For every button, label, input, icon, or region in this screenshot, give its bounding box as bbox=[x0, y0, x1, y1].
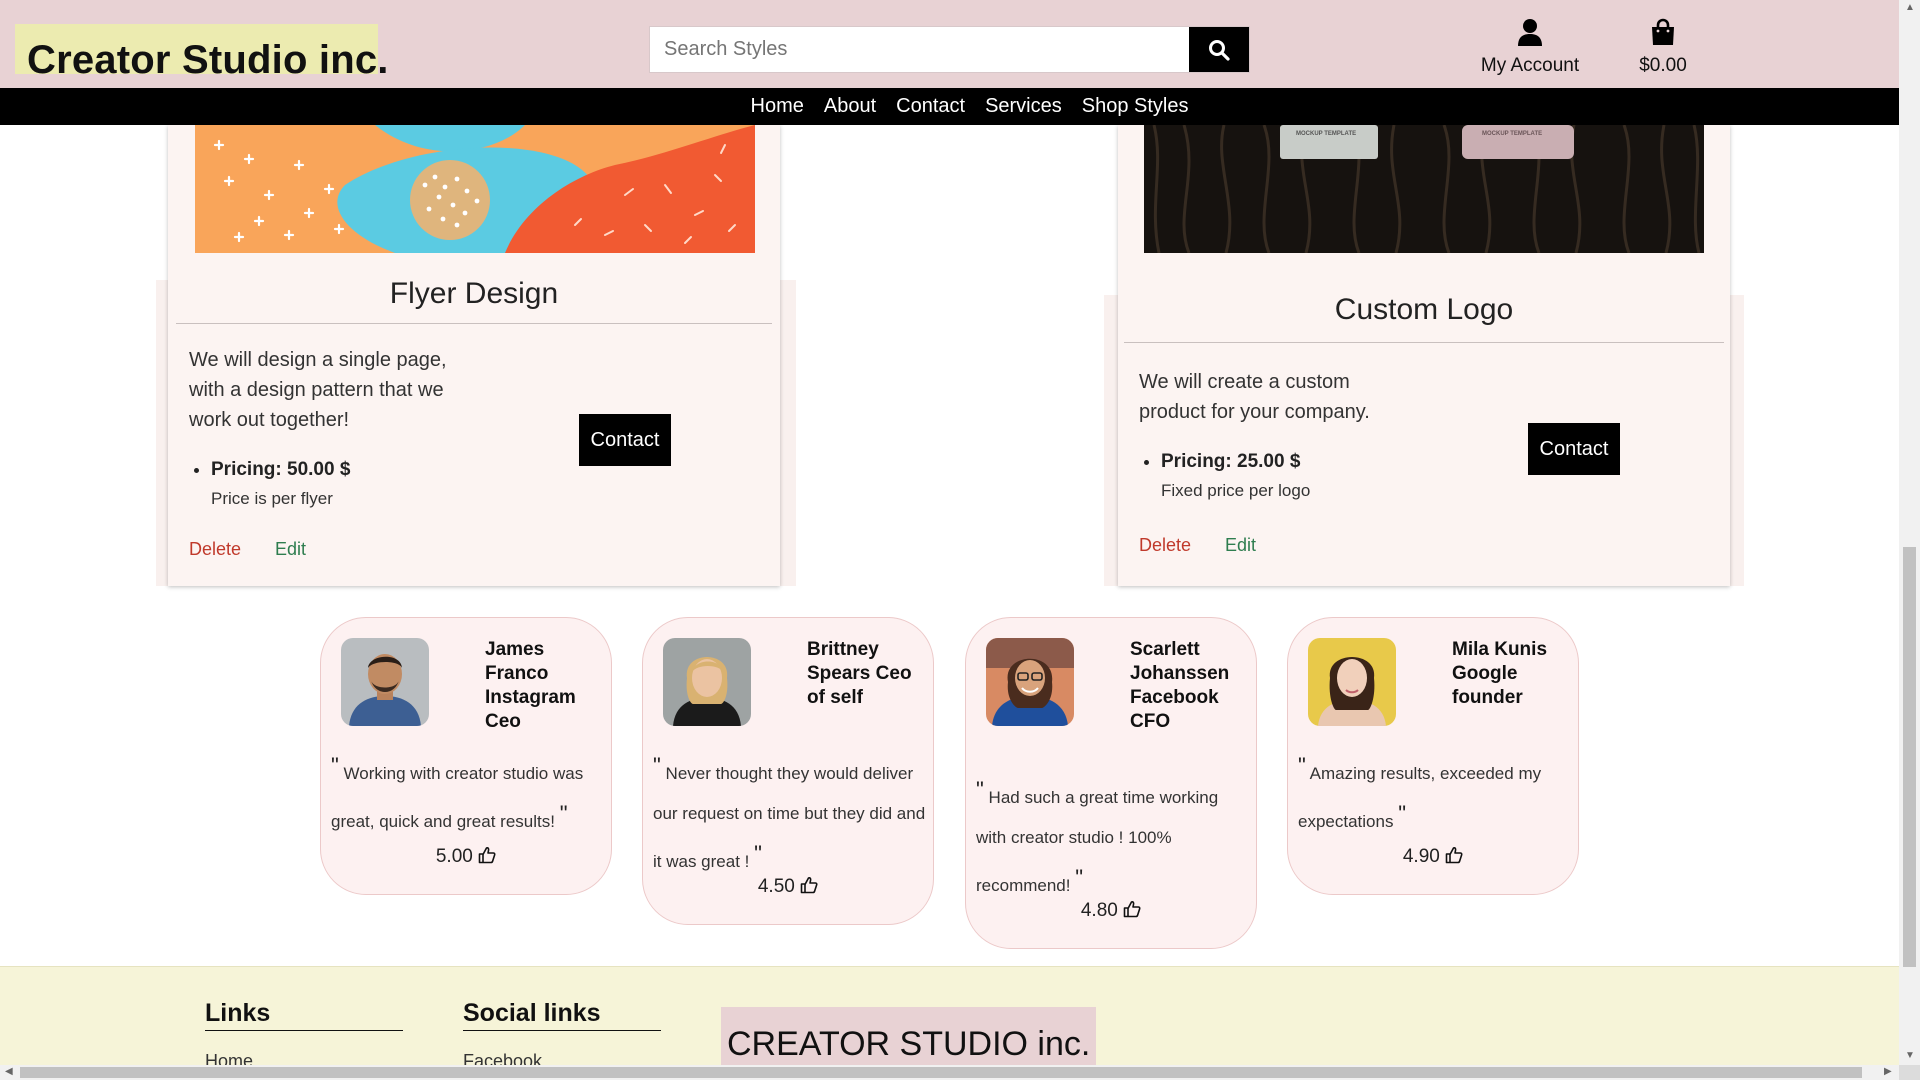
horizontal-scrollbar[interactable]: ◀ ▶ bbox=[0, 1065, 1899, 1080]
search-button[interactable] bbox=[1189, 27, 1249, 72]
footer-social-heading: Social links bbox=[463, 999, 661, 1031]
card-divider bbox=[1124, 342, 1724, 343]
edit-link[interactable]: Edit bbox=[1225, 535, 1256, 556]
footer-link-home[interactable]: Home bbox=[205, 1051, 253, 1065]
nav-contact[interactable]: Contact bbox=[896, 95, 965, 118]
vertical-scroll-thumb[interactable] bbox=[1903, 547, 1916, 967]
brand-name[interactable]: Creator Studio inc. bbox=[27, 38, 389, 83]
testimonial-quote: " Never thought they would deliver our r… bbox=[653, 753, 926, 871]
footer: Links Home Social links Facebook CREATOR… bbox=[0, 966, 1899, 1065]
avatar bbox=[986, 638, 1074, 726]
mockup-label: MOCKUP TEMPLATE bbox=[1296, 131, 1356, 137]
card-description: We will design a single page, with a des… bbox=[189, 349, 447, 431]
scroll-left-arrow[interactable]: ◀ bbox=[5, 1066, 13, 1077]
testimonial-name: Brittney Spears Ceo of self bbox=[807, 639, 912, 708]
cart-link[interactable]: $0.00 bbox=[1620, 18, 1706, 77]
search-box bbox=[649, 26, 1250, 73]
scroll-right-arrow[interactable]: ▶ bbox=[1884, 1066, 1892, 1077]
rating-value: 4.80 bbox=[1080, 900, 1118, 921]
avatar bbox=[1308, 638, 1396, 726]
horizontal-scroll-thumb[interactable] bbox=[20, 1067, 1862, 1078]
nav-about[interactable]: About bbox=[824, 95, 876, 118]
footer-link-facebook[interactable]: Facebook bbox=[463, 1051, 542, 1065]
testimonial-card: Scarlett Johanssen Facebook CFO " Had su… bbox=[965, 617, 1257, 949]
shopping-bag-icon bbox=[1652, 18, 1674, 45]
main-nav: Home About Contact Services Shop Styles bbox=[0, 88, 1899, 125]
my-account-link[interactable]: My Account bbox=[1470, 18, 1590, 77]
footer-brand: CREATOR STUDIO inc. bbox=[721, 1007, 1096, 1065]
service-card-flyer: Flyer Design We will design a single pag… bbox=[168, 125, 780, 586]
user-icon bbox=[1518, 19, 1542, 46]
logo-mockup-image: MOCKUP TEMPLATE MOCKUP TEMPLATE bbox=[1144, 125, 1704, 253]
testimonial-name: James Franco Instagram Ceo bbox=[485, 639, 576, 732]
avatar bbox=[341, 638, 429, 726]
rating-value: 5.00 bbox=[435, 846, 473, 867]
testimonial-card: Mila Kunis Google founder " Amazing resu… bbox=[1287, 617, 1579, 895]
card-title: Flyer Design bbox=[389, 277, 559, 310]
nav-shop-styles[interactable]: Shop Styles bbox=[1082, 95, 1189, 118]
thumbs-up-icon bbox=[1445, 847, 1463, 864]
card-description: We will create a custom product for your… bbox=[1139, 371, 1370, 423]
contact-button[interactable]: Contact bbox=[1528, 423, 1620, 475]
my-account-label: My Account bbox=[1480, 55, 1580, 76]
testimonial-rating: 4.80 bbox=[966, 900, 1256, 922]
avatar bbox=[663, 638, 751, 726]
thumbs-up-icon bbox=[478, 847, 496, 864]
edit-link[interactable]: Edit bbox=[275, 539, 306, 560]
testimonial-rating: 4.50 bbox=[643, 876, 933, 898]
header-bar: Creator Studio inc. My Account $0.00 bbox=[0, 0, 1899, 88]
search-input[interactable] bbox=[650, 27, 1190, 72]
scrollbar-corner bbox=[1899, 1065, 1920, 1080]
footer-brand-name: CREATOR STUDIO inc. bbox=[727, 1025, 1091, 1063]
rating-value: 4.90 bbox=[1402, 846, 1440, 867]
search-icon bbox=[1209, 39, 1230, 61]
testimonial-name: Scarlett Johanssen Facebook CFO bbox=[1130, 639, 1230, 732]
scroll-up-arrow[interactable]: ▲ bbox=[1905, 2, 1915, 13]
testimonial-rating: 5.00 bbox=[321, 846, 611, 868]
scroll-down-arrow[interactable]: ▼ bbox=[1905, 1050, 1915, 1061]
card-divider bbox=[176, 323, 772, 324]
testimonial-name: Mila Kunis Google founder bbox=[1452, 639, 1548, 708]
rating-value: 4.50 bbox=[757, 876, 795, 897]
testimonial-quote: " Working with creator studio was great,… bbox=[331, 753, 584, 831]
service-card-logo: MOCKUP TEMPLATE MOCKUP TEMPLATE Custom L… bbox=[1118, 125, 1730, 586]
price-note: Fixed price per logo bbox=[1161, 481, 1311, 500]
thumbs-up-icon bbox=[800, 877, 818, 894]
delete-link[interactable]: Delete bbox=[189, 539, 241, 560]
testimonial-quote: " Had such a great time working with cre… bbox=[976, 777, 1219, 895]
footer-links-heading: Links bbox=[205, 999, 403, 1031]
pricing-list: Pricing: 50.00 $ Price is per flyer bbox=[189, 459, 350, 509]
card-title: Custom Logo bbox=[1334, 293, 1514, 326]
testimonial-card: James Franco Instagram Ceo " Working wit… bbox=[320, 617, 612, 895]
thumbs-up-icon bbox=[1123, 901, 1141, 918]
cart-total: $0.00 bbox=[1639, 55, 1687, 76]
testimonial-quote: " Amazing results, exceeded my expectati… bbox=[1298, 753, 1542, 831]
testimonial-rating: 4.90 bbox=[1288, 846, 1578, 868]
contact-button[interactable]: Contact bbox=[579, 414, 671, 466]
flyer-image bbox=[195, 125, 755, 253]
price-note: Price is per flyer bbox=[211, 489, 333, 508]
nav-services[interactable]: Services bbox=[985, 95, 1062, 118]
brand-logo[interactable]: Creator Studio inc. bbox=[15, 24, 388, 82]
testimonial-card: Brittney Spears Ceo of self " Never thou… bbox=[642, 617, 934, 925]
vertical-scrollbar[interactable]: ▲ ▼ bbox=[1899, 0, 1920, 1065]
delete-link[interactable]: Delete bbox=[1139, 535, 1191, 556]
pricing-value: Pricing: 25.00 $ bbox=[1161, 451, 1301, 472]
pricing-value: Pricing: 50.00 $ bbox=[211, 459, 351, 480]
nav-home[interactable]: Home bbox=[751, 95, 804, 118]
pricing-list: Pricing: 25.00 $ Fixed price per logo bbox=[1139, 451, 1310, 501]
mockup-label: MOCKUP TEMPLATE bbox=[1482, 131, 1542, 137]
